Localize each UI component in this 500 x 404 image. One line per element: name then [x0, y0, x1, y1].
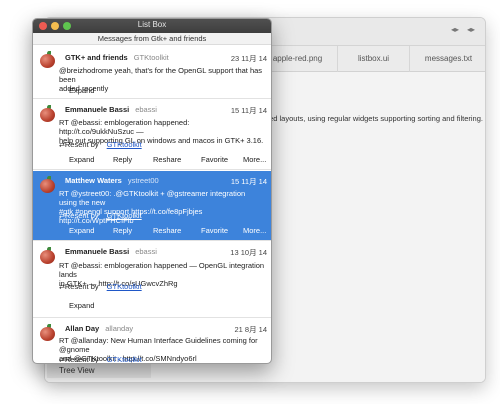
message-line: @breizhodrome yeah, that's for the OpenG…	[59, 66, 263, 84]
author-handle: GTKtoolkit	[133, 53, 169, 62]
expand-button[interactable]: Expand	[69, 86, 94, 95]
reshare-button[interactable]: Reshare	[153, 155, 181, 164]
listbox-window[interactable]: List Box Messages from Gtk+ and friends …	[32, 18, 272, 364]
expand-button[interactable]: Expand	[69, 155, 94, 164]
more-button[interactable]: More...	[243, 155, 266, 164]
author-name: Allan Day allanday	[65, 324, 134, 333]
reply-button[interactable]: Reply	[113, 155, 132, 164]
apple-avatar-icon	[39, 176, 57, 194]
message-date: 23 11月 14	[230, 54, 267, 63]
message-date: 21 8月 14	[234, 325, 267, 334]
list-item-selected[interactable]: Matthew Waters ystreet00 15 11月 14 RT @ys…	[33, 171, 271, 241]
message-date: 13 10月 14	[230, 248, 267, 257]
expand-button[interactable]: Expand	[69, 226, 94, 235]
resent-link[interactable]: GTKtoolkit	[107, 282, 142, 291]
message-line: RT @ebassi: emblogeration happened — Ope…	[59, 261, 265, 279]
apple-avatar-icon	[39, 51, 57, 69]
listbox-titlebar: List Box	[33, 19, 271, 33]
reply-button[interactable]: Reply	[113, 226, 132, 235]
window-controls: ◂▸ ◂▸	[451, 25, 475, 34]
list-item[interactable]: GTK+ and friends GTKtoolkit 23 11月 14 @br…	[33, 46, 271, 99]
author-handle: allanday	[105, 324, 134, 333]
author-handle: ebassi	[135, 105, 157, 114]
tab-listbox-ui[interactable]: listbox.ui	[337, 46, 409, 72]
demo-description: ted layouts, using regular widgets suppo…	[267, 114, 483, 123]
resent-link[interactable]: GTKtoolkit	[107, 355, 142, 363]
apple-avatar-icon	[39, 324, 57, 342]
message-line: RT @ebassi: emblogeration happened: http…	[59, 118, 190, 136]
nav-arrows-icon[interactable]: ◂▸	[451, 25, 459, 34]
action-bar: Expand Reply Reshare Favorite More...	[33, 226, 271, 238]
more-button[interactable]: More...	[243, 226, 266, 235]
reshare-button[interactable]: Reshare	[153, 226, 181, 235]
resent-by: ⇄Resent by GTKtoolkit	[59, 355, 142, 364]
expand-button[interactable]: Expand	[69, 301, 94, 310]
resent-by: ⇄Resent by GTKtoolkit	[59, 211, 142, 220]
message-date: 15 11月 14	[230, 177, 267, 186]
action-bar: Expand Reply Reshare Favorite More...	[33, 155, 271, 167]
favorite-button[interactable]: Favorite	[201, 226, 228, 235]
nav-arrows-icon-2[interactable]: ◂▸	[467, 25, 475, 34]
list-item[interactable]: Emmanuele Bassi ebassi 15 11月 14 RT @ebas…	[33, 100, 271, 170]
favorite-button[interactable]: Favorite	[201, 155, 228, 164]
sidebar-item-tree-view[interactable]: Tree View	[47, 363, 151, 378]
list-item[interactable]: Allan Day allanday 21 8月 14 RT @allanday:…	[33, 319, 271, 364]
author-name: Emmanuele Bassi ebassi	[65, 247, 157, 256]
tab-messages-txt[interactable]: messages.txt	[409, 46, 485, 72]
apple-avatar-icon	[39, 247, 57, 265]
window-title: List Box	[137, 20, 167, 29]
resent-by: ⇄Resent by GTKtoolkit	[59, 282, 142, 291]
author-handle: ebassi	[135, 247, 157, 256]
resent-by: ⇄Resent by GTKtoolkit	[59, 140, 142, 149]
author-name: Matthew Waters ystreet00	[65, 176, 159, 185]
author-name: Emmanuele Bassi ebassi	[65, 105, 157, 114]
author-handle: ystreet00	[127, 176, 159, 185]
apple-avatar-icon	[39, 105, 57, 123]
resent-link[interactable]: GTKtoolkit	[107, 140, 142, 149]
message-date: 15 11月 14	[230, 106, 267, 115]
resent-link[interactable]: GTKtoolkit	[107, 211, 142, 220]
list-item[interactable]: Emmanuele Bassi ebassi 13 10月 14 RT @ebas…	[33, 242, 271, 318]
author-name: GTK+ and friends GTKtoolkit	[65, 53, 169, 62]
message-line: RT @ystreet00: .@GTKtoolkit + @gstreamer…	[59, 189, 246, 207]
message-line: RT @allanday: New Human Interface Guidel…	[59, 336, 258, 354]
list-header: Messages from Gtk+ and friends	[33, 33, 271, 45]
